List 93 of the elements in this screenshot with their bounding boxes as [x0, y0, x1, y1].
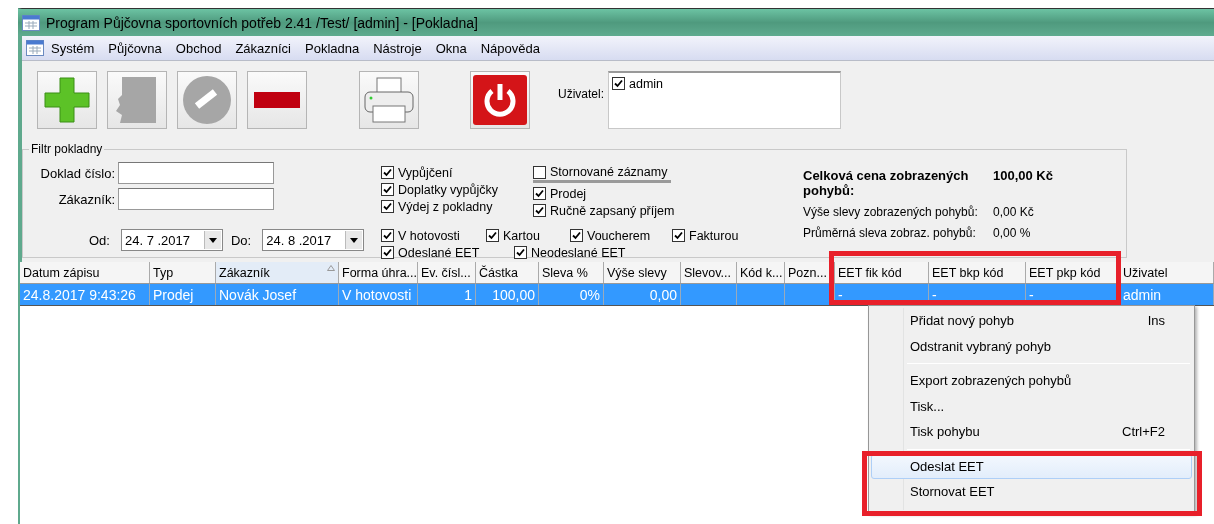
- power-icon: [473, 75, 527, 125]
- document-icon: [26, 40, 44, 56]
- checkbox[interactable]: [514, 246, 527, 259]
- minus-icon: [254, 92, 300, 108]
- menu-item[interactable]: Obchod: [168, 40, 229, 56]
- column-header[interactable]: Sleva %: [539, 262, 604, 283]
- menu-item[interactable]: Pokladna: [298, 40, 367, 56]
- column-header[interactable]: EET bkp kód: [929, 262, 1026, 283]
- menu-item[interactable]: Okna: [428, 40, 474, 56]
- table-cell: 100,00: [476, 284, 539, 305]
- table-cell: 0,00: [604, 284, 681, 305]
- checkbox[interactable]: [533, 204, 546, 217]
- group-title: Filtr pokladny: [30, 142, 104, 156]
- table-cell: Prodej: [150, 284, 216, 305]
- table-cell: Novák Josef: [216, 284, 339, 305]
- app-icon: [22, 14, 40, 31]
- field-label: Doklad číslo:: [39, 165, 116, 181]
- input-field[interactable]: [118, 188, 274, 210]
- checkbox-label: Kartou: [503, 228, 540, 243]
- date-picker[interactable]: 24. 8 .2017: [262, 229, 365, 251]
- menu-item[interactable]: Tisk pohybu Ctrl+F2: [871, 419, 1192, 445]
- sort-icon: [327, 265, 335, 271]
- checkbox-label: Doplatky vypůjčky: [398, 182, 499, 197]
- date-label: Od:: [89, 232, 111, 248]
- checkbox-label: Odeslané EET: [398, 245, 480, 260]
- checkbox[interactable]: [486, 229, 499, 242]
- checkbox-label: V hotovosti: [398, 228, 460, 243]
- printer-icon: [363, 76, 415, 124]
- menu-item[interactable]: Systém: [44, 40, 102, 56]
- date-picker[interactable]: 24. 7 .2017: [120, 229, 223, 251]
- checkbox[interactable]: [381, 166, 394, 179]
- column-header[interactable]: Datum zápisu: [20, 262, 150, 283]
- dropdown-icon: [350, 237, 359, 243]
- column-header[interactable]: EET pkp kód: [1026, 262, 1120, 283]
- column-header[interactable]: Výše slevy: [604, 262, 681, 283]
- column-header[interactable]: Ev. čísl...: [418, 262, 476, 283]
- menu-item[interactable]: Přidat nový pohyb Ins: [871, 308, 1192, 334]
- toolbar-button[interactable]: [470, 71, 530, 129]
- column-header[interactable]: Zákazník: [216, 262, 339, 283]
- table-cell: 24.8.2017 9:43:26: [20, 284, 150, 305]
- user-label: Uživatel:: [558, 87, 604, 101]
- user-name: admin: [629, 76, 664, 91]
- column-header[interactable]: EET fik kód: [835, 262, 929, 283]
- checkbox-label: Ručně zapsaný příjem: [550, 203, 675, 218]
- toolbar-button[interactable]: [247, 71, 307, 129]
- field-label: Zákazník:: [57, 191, 116, 207]
- summary-label: Celková cena zobrazených pohybů:: [803, 168, 970, 198]
- checkbox-label: Fakturou: [689, 228, 739, 243]
- input-field[interactable]: [118, 162, 274, 184]
- menu-item[interactable]: Tisk...: [871, 393, 1192, 419]
- column-header[interactable]: Forma úhra...: [339, 262, 418, 283]
- table-cell: V hotovosti: [339, 284, 418, 305]
- menu-item[interactable]: Nástroje: [366, 40, 429, 56]
- summary-label: Průměrná sleva zobraz. pohybů:: [803, 226, 977, 240]
- date-label: Do:: [230, 232, 253, 248]
- menu-item[interactable]: Export zobrazených pohybů: [871, 368, 1192, 394]
- prohibited-icon: [181, 74, 233, 126]
- menu-item[interactable]: Stornovat EET: [871, 479, 1192, 505]
- checkbox[interactable]: [672, 229, 685, 242]
- column-header[interactable]: Pozn...: [785, 262, 835, 283]
- summary-label: Výše slevy zobrazených pohybů:: [803, 205, 979, 219]
- dropdown-icon: [208, 237, 217, 243]
- checkbox-label: Prodej: [550, 186, 587, 201]
- menu-item[interactable]: Nápověda: [473, 40, 547, 56]
- column-header[interactable]: Slevov...: [681, 262, 737, 283]
- checkbox-label: Voucherem: [587, 228, 651, 243]
- checkbox[interactable]: [381, 246, 394, 259]
- column-header[interactable]: Částka: [476, 262, 539, 283]
- user-list[interactable]: admin: [608, 71, 841, 129]
- table-cell: 1: [418, 284, 476, 305]
- summary-value: 0,00 Kč: [993, 205, 1035, 219]
- checkbox[interactable]: [612, 77, 625, 90]
- column-header[interactable]: Kód k...: [737, 262, 785, 283]
- checkbox-label: Neodeslané EET: [531, 245, 626, 260]
- checkbox-label: Výdej z pokladny: [398, 199, 493, 214]
- window-title: Program Půjčovna sportovních potřeb 2.41 /Test/ [admin] - [Pokladna]: [46, 14, 478, 31]
- plus-icon: [43, 76, 91, 124]
- summary-value: 0,00 %: [993, 226, 1032, 240]
- checkbox[interactable]: [570, 229, 583, 242]
- summary-value: 100,00 Kč: [993, 168, 1053, 185]
- checkbox-label: Stornované záznamy: [550, 165, 668, 179]
- table-cell: 0%: [539, 284, 604, 305]
- column-header[interactable]: Uživatel: [1120, 262, 1214, 283]
- checkbox-label: Vypůjčení: [398, 165, 453, 180]
- toolbar-button[interactable]: [37, 71, 97, 129]
- checkbox[interactable]: [381, 229, 394, 242]
- checkbox[interactable]: [381, 183, 394, 196]
- menu-item[interactable]: Půjčovna: [101, 40, 169, 56]
- checkbox[interactable]: [381, 200, 394, 213]
- checkbox[interactable]: [533, 165, 546, 179]
- menu-item[interactable]: Odstranit vybraný pohyb: [871, 333, 1192, 359]
- checkbox[interactable]: [533, 187, 546, 200]
- menu-item[interactable]: Zákazníci: [228, 40, 298, 56]
